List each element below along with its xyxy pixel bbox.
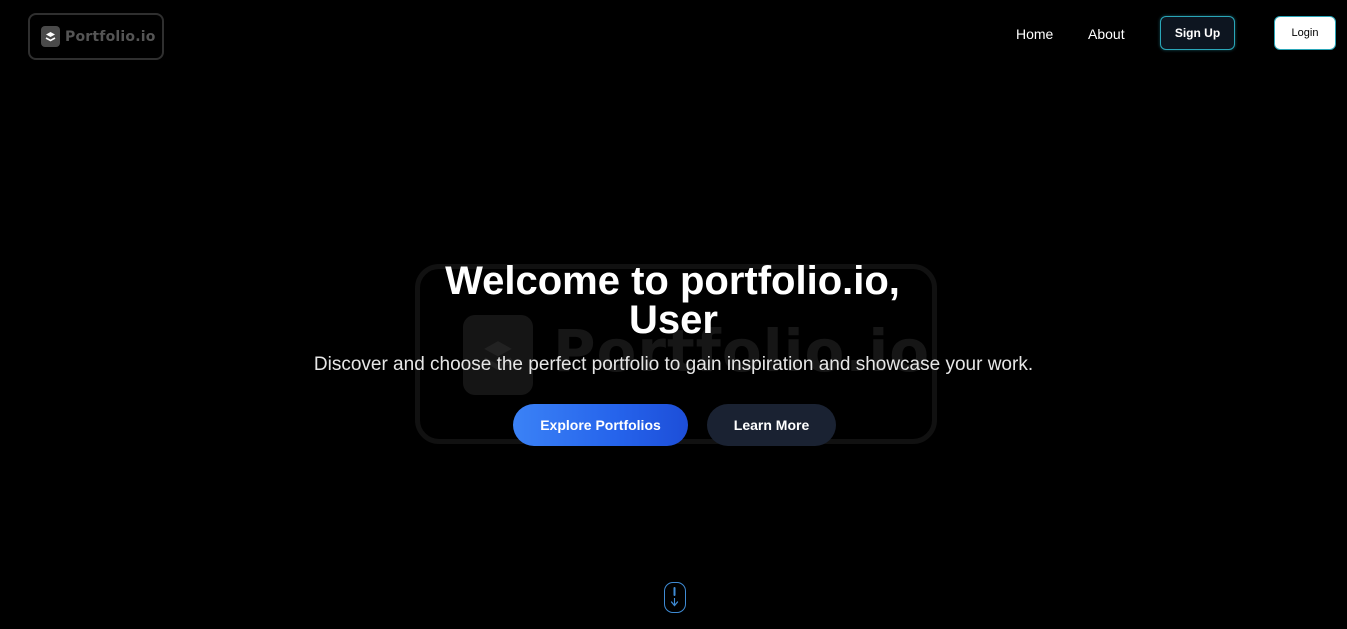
site-logo[interactable]: Portfolio.io — [28, 13, 164, 60]
hero-title-line2: User — [629, 298, 718, 342]
logo-mark-icon — [41, 26, 60, 47]
explore-portfolios-button[interactable]: Explore Portfolios — [513, 404, 688, 446]
learn-more-button[interactable]: Learn More — [707, 404, 836, 446]
nav-about-link[interactable]: About — [1088, 26, 1125, 42]
logo-text: Portfolio.io — [65, 28, 156, 45]
mouse-scroll-icon[interactable] — [664, 582, 686, 613]
hero-subtitle: Discover and choose the perfect portfoli… — [313, 354, 1034, 375]
signup-button[interactable]: Sign Up — [1160, 16, 1235, 50]
login-button[interactable]: Login — [1274, 16, 1336, 50]
hero-title: Welcome to portfolio.io, User — [0, 259, 1347, 342]
hero-title-line1: Welcome to portfolio.io, — [445, 259, 900, 303]
landing-page: Portfolio.io Home About Sign Up Login Po… — [0, 0, 1347, 629]
nav-home-link[interactable]: Home — [1016, 26, 1053, 42]
